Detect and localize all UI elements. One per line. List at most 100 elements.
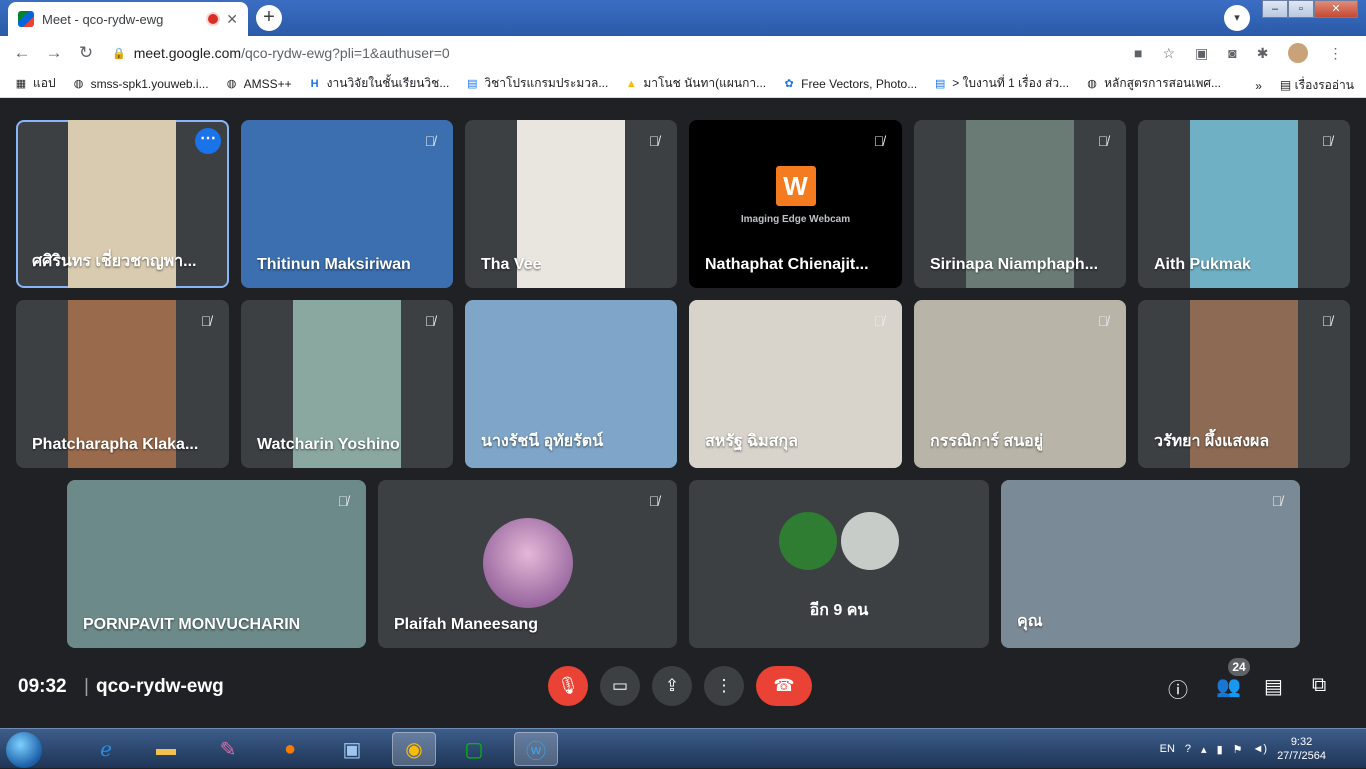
bookmark-apps[interactable]: ▦ แอป	[6, 74, 64, 93]
participant-name: คุณ	[1017, 613, 1043, 630]
bookmarks-right: » ▤ เรื่องรออ่าน	[1255, 76, 1354, 95]
meeting-details-button[interactable]: ⓘ	[1168, 674, 1188, 703]
tab-close-button[interactable]: ✕	[226, 11, 238, 28]
participant-name: Thitinun Maksiriwan	[257, 256, 411, 273]
screenshot-extension-icon[interactable]: ◙	[1228, 45, 1236, 61]
meet-stage: ⋯ ศศิรินทร เชี่ยวชาญพา... 🎙̸ Thitinun Ma…	[0, 98, 1366, 732]
mic-off-icon: 🎙̸	[1097, 313, 1109, 329]
participant-tile[interactable]: 🎙̸ Tha Vee	[465, 120, 677, 288]
reload-icon[interactable]: ↻	[70, 37, 102, 69]
bookmarks-overflow-button[interactable]: »	[1255, 79, 1262, 93]
mic-off-icon: 🎙̸	[648, 133, 660, 149]
participant-tile[interactable]: 🎙̸ วรัทยา ผึ้งแสงผล	[1138, 300, 1350, 468]
mic-off-icon: 🎙̸	[200, 313, 212, 329]
bookmark-item[interactable]: ◍ หลักสูตรการสอนเพศ...	[1077, 74, 1229, 93]
bookmark-item[interactable]: ◍ AMSS++	[217, 77, 300, 91]
reading-list-icon: ▤	[1279, 78, 1295, 92]
forward-arrow-icon[interactable]: →	[38, 37, 70, 69]
chrome-icon[interactable]: ◉	[392, 732, 436, 766]
menu-kebab-icon[interactable]: ⋮	[1328, 45, 1342, 62]
bookmark-item[interactable]: ▤ วิชาโปรแกรมประมวล...	[457, 74, 616, 93]
others-tile[interactable]: อีก 9 คน	[689, 480, 989, 648]
internet-explorer-icon[interactable]: ℯ	[84, 732, 128, 766]
others-avatars	[779, 512, 899, 570]
profile-avatar[interactable]	[1288, 43, 1309, 63]
url-field[interactable]: 🔒 meet.google.com/qco-rydw-ewg?pli=1&aut…	[112, 39, 1127, 67]
camera-indicator-icon[interactable]: ■	[1134, 45, 1142, 61]
participant-name: Plaifah Maneesang	[394, 616, 539, 633]
participant-name: PORNPAVIT MONVUCHARIN	[83, 616, 301, 633]
more-options-icon[interactable]: ⋯	[195, 128, 221, 154]
drive-icon: ▲	[625, 77, 637, 90]
participant-name: Nathaphat Chienajit...	[705, 256, 869, 273]
leave-call-button[interactable]: ☎	[756, 666, 812, 706]
more-options-button[interactable]: ⋮	[704, 666, 744, 706]
line-app-icon[interactable]: ▢	[452, 732, 496, 766]
present-screen-button[interactable]: ⇪	[652, 666, 692, 706]
globe-icon: ◍	[226, 78, 237, 90]
mic-off-icon: 🎙̸	[424, 133, 436, 149]
mic-toggle-button[interactable]: 🎙	[548, 666, 588, 706]
extension-icon[interactable]: ▣	[1195, 45, 1208, 62]
freepik-icon: ✿	[784, 78, 794, 90]
participant-tile[interactable]: 🎙̸ Aith Pukmak	[1138, 120, 1350, 288]
participant-tile[interactable]: นางรัชนี อุทัยรัตน์	[465, 300, 677, 468]
tab-title: Meet - qco-rydw-ewg	[42, 11, 164, 27]
browser-tab[interactable]: Meet - qco-rydw-ewg ✕	[8, 2, 248, 36]
chat-button[interactable]: ▤	[1264, 674, 1283, 699]
participant-tile[interactable]: W Imaging Edge Webcam 🎙̸ Nathaphat Chien…	[689, 120, 902, 288]
kebab-icon: ⋮	[715, 676, 733, 695]
participant-tile[interactable]: 🎙̸ PORNPAVIT MONVUCHARIN	[67, 480, 366, 648]
participant-tile[interactable]: 🎙̸ Plaifah Maneesang	[378, 480, 677, 648]
taskbar-clock[interactable]: 9:32 27/7/2564	[1277, 735, 1326, 763]
participants-button[interactable]: 👥	[1216, 674, 1241, 699]
start-button[interactable]	[6, 732, 42, 768]
participant-tile[interactable]: 🎙̸ Phatcharapha Klaka...	[16, 300, 229, 468]
camera-toggle-button[interactable]: ▭	[600, 666, 640, 706]
volume-icon[interactable]: ◄)	[1253, 743, 1268, 755]
back-arrow-icon[interactable]: ←	[6, 37, 38, 69]
participant-name: ศศิรินทร เชี่ยวชาญพา...	[32, 253, 197, 270]
reading-list-button[interactable]: ▤ เรื่องรออ่าน	[1280, 76, 1354, 95]
show-hidden-icons-icon[interactable]: ▴	[1201, 743, 1207, 756]
minimize-button[interactable]: –	[1262, 0, 1288, 18]
webex-app-icon[interactable]: ⓦ	[514, 732, 558, 766]
maximize-button[interactable]: ▫	[1288, 0, 1314, 18]
bookmarks-bar: ▦ แอป ◍ smss-spk1.youweb.i... ◍ AMSS++ H งาน…	[0, 70, 1366, 98]
tab-search-button[interactable]: ▾	[1224, 5, 1250, 31]
language-indicator[interactable]: EN	[1160, 743, 1175, 755]
bookmark-item[interactable]: ✿ Free Vectors, Photo...	[774, 77, 925, 91]
participant-tile[interactable]: 🎙̸ Thitinun Maksiriwan	[241, 120, 453, 288]
participant-name: กรรณิการ์ สนอยู่	[930, 433, 1044, 450]
mic-off-icon: 🎙̸	[1271, 493, 1283, 509]
participant-tile[interactable]: 🎙̸ Sirinapa Niamphaph...	[914, 120, 1126, 288]
mic-off-icon: 🎙̸	[337, 493, 349, 509]
remote-desktop-icon[interactable]: ▣	[330, 732, 374, 766]
participant-tile[interactable]: 🎙̸ กรรณิการ์ สนอยู่	[914, 300, 1126, 468]
participant-tile[interactable]: 🎙̸ Watcharin Yoshino	[241, 300, 453, 468]
paint-icon[interactable]: ✎	[206, 732, 250, 766]
present-icon: ⇪	[664, 676, 680, 695]
new-tab-button[interactable]: +	[256, 5, 282, 31]
window-close-button[interactable]: ✕	[1314, 0, 1358, 18]
network-icon[interactable]: ▮	[1217, 743, 1223, 756]
activities-button[interactable]: ⧉	[1312, 674, 1326, 697]
security-flag-icon[interactable]: ⚑	[1233, 743, 1243, 756]
firefox-icon[interactable]: ●	[268, 732, 312, 766]
participant-name: Phatcharapha Klaka...	[32, 436, 199, 453]
puzzle-extensions-icon[interactable]: ✱	[1257, 45, 1269, 62]
bookmark-item[interactable]: ◍ smss-spk1.youweb.i...	[64, 77, 217, 91]
hang-up-icon: ☎	[773, 676, 795, 695]
bookmark-item[interactable]: H งานวิจัยในชั้นเรียนวิช...	[300, 74, 458, 93]
address-bar: ← → ↻ 🔒 meet.google.com/qco-rydw-ewg?pli…	[0, 36, 1366, 70]
participant-tile[interactable]: ⋯ ศศิรินทร เชี่ยวชาญพา...	[16, 120, 229, 288]
bookmark-star-icon[interactable]: ☆	[1162, 45, 1175, 62]
camera-icon: ▭	[611, 676, 629, 695]
self-tile[interactable]: 🎙̸ คุณ	[1001, 480, 1300, 648]
participant-tile[interactable]: 🎙̸ สหรัฐ ฉิมสกุล	[689, 300, 902, 468]
mic-off-icon: 🎙̸	[1097, 133, 1109, 149]
help-icon[interactable]: ?	[1185, 743, 1191, 755]
file-explorer-icon[interactable]: ▬	[144, 732, 188, 766]
bookmark-item[interactable]: ▤ > ใบงานที่ 1 เรื่อง ส่ว...	[925, 74, 1077, 93]
bookmark-item[interactable]: ▲ มาโนช นันทา(แผนกา...	[616, 74, 774, 93]
